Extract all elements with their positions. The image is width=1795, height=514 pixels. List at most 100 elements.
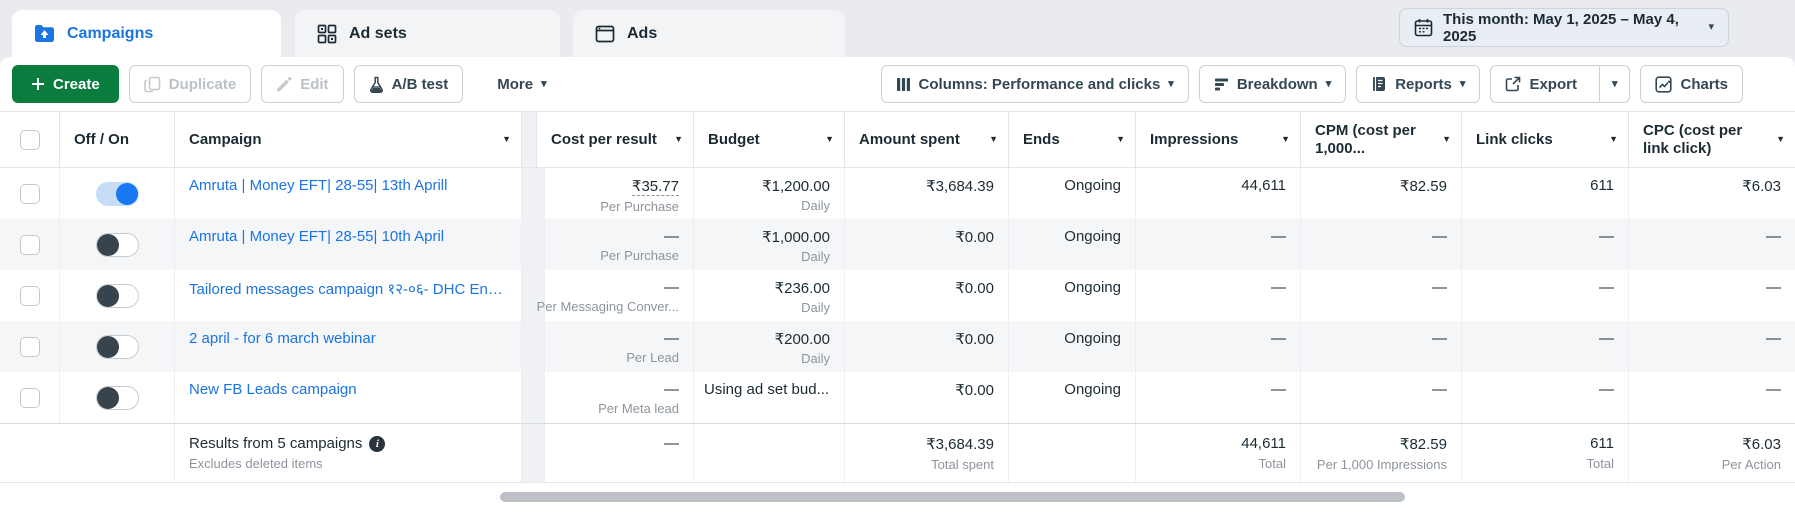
amount-spent-cell: ₹0.00 bbox=[845, 270, 1009, 321]
summary-spent-cell: ₹3,684.39 Total spent bbox=[845, 424, 1009, 482]
header-budget[interactable]: Budget ▼ bbox=[694, 112, 845, 167]
ends-cell: Ongoing bbox=[1009, 270, 1136, 321]
table-row: Amruta | Money EFT| 28-55| 10th April — … bbox=[0, 219, 1795, 270]
header-impressions[interactable]: Impressions ▼ bbox=[1136, 112, 1301, 167]
budget-sub: Daily bbox=[801, 300, 830, 315]
sort-caret-icon[interactable]: ▼ bbox=[1116, 134, 1125, 144]
header-cpm[interactable]: CPM (cost per 1,000... ▼ bbox=[1301, 112, 1462, 167]
select-all-checkbox-cell bbox=[0, 112, 60, 167]
select-all-checkbox[interactable] bbox=[19, 129, 40, 150]
header-link-clicks[interactable]: Link clicks ▼ bbox=[1462, 112, 1629, 167]
sort-caret-icon[interactable]: ▼ bbox=[674, 134, 683, 144]
cpc-value: — bbox=[1766, 228, 1781, 245]
amount-spent-value: ₹3,684.39 bbox=[926, 178, 994, 195]
header-cost-per-result[interactable]: Cost per result ▼ bbox=[537, 112, 694, 167]
chevron-down-icon: ▾ bbox=[1459, 77, 1466, 90]
ads-manager-screen: Campaigns Ad sets Ads This month: May 1,… bbox=[0, 0, 1795, 514]
sort-caret-icon[interactable]: ▼ bbox=[1442, 134, 1451, 144]
impressions-value: — bbox=[1271, 330, 1286, 347]
campaign-toggle[interactable] bbox=[95, 283, 139, 308]
budget-value: ₹1,200.00 bbox=[762, 178, 830, 195]
amount-spent-value: ₹0.00 bbox=[955, 280, 994, 297]
link-clicks-value: — bbox=[1599, 279, 1614, 296]
row-checkbox-cell bbox=[0, 270, 60, 321]
ads-frame-icon bbox=[595, 24, 615, 44]
columns-button[interactable]: Columns: Performance and clicks ▾ bbox=[880, 65, 1189, 103]
row-checkbox-cell bbox=[0, 372, 60, 423]
create-button[interactable]: Create bbox=[12, 65, 119, 103]
sort-caret-icon[interactable]: ▼ bbox=[825, 134, 834, 144]
info-icon[interactable]: i bbox=[369, 435, 386, 452]
cost-per-result-sub: Per Purchase bbox=[600, 248, 679, 263]
row-checkbox[interactable] bbox=[19, 336, 40, 357]
sort-caret-icon[interactable]: ▼ bbox=[1281, 134, 1290, 144]
breakdown-icon bbox=[1214, 77, 1229, 92]
cpm-value: — bbox=[1432, 228, 1447, 245]
campaigns-table: Off / On Campaign ▼ Cost per result ▼ Bu… bbox=[0, 111, 1795, 509]
more-button[interactable]: More ▾ bbox=[489, 65, 555, 103]
impressions-cell: — bbox=[1136, 219, 1301, 270]
summary-empty-cell bbox=[0, 424, 175, 482]
tab-campaigns[interactable]: Campaigns bbox=[12, 10, 281, 57]
sort-caret-icon[interactable]: ▼ bbox=[989, 134, 998, 144]
sort-caret-icon[interactable]: ▼ bbox=[502, 134, 511, 144]
header-cpc[interactable]: CPC (cost per link click) ▼ bbox=[1629, 112, 1795, 167]
header-campaign[interactable]: Campaign ▼ bbox=[175, 112, 522, 167]
summary-cpm-cell: ₹82.59 Per 1,000 Impressions bbox=[1301, 424, 1462, 482]
link-clicks-cell: — bbox=[1462, 372, 1629, 423]
ends-value: Ongoing bbox=[1064, 330, 1121, 347]
row-checkbox[interactable] bbox=[19, 234, 40, 255]
reports-icon bbox=[1371, 76, 1387, 92]
cost-per-result-cell: ₹35.77 Per Purchase bbox=[537, 168, 694, 219]
tab-ad-sets[interactable]: Ad sets bbox=[295, 10, 560, 57]
tab-ads[interactable]: Ads bbox=[573, 10, 845, 57]
summary-title: Results from 5 campaigns bbox=[189, 435, 363, 452]
table-row: Tailored messages campaign १२-०६- DHC En… bbox=[0, 270, 1795, 321]
header-off-on[interactable]: Off / On bbox=[60, 112, 175, 167]
cost-per-result-value: ₹35.77 bbox=[631, 178, 679, 196]
row-checkbox[interactable] bbox=[19, 285, 40, 306]
toggle-knob bbox=[96, 284, 119, 307]
impressions-cell: 44,611 bbox=[1136, 168, 1301, 219]
cpc-cell: — bbox=[1629, 219, 1795, 270]
export-options-button[interactable]: ▾ bbox=[1598, 66, 1630, 102]
campaign-toggle[interactable] bbox=[95, 334, 139, 359]
tab-ads-label: Ads bbox=[627, 24, 658, 42]
campaign-toggle[interactable] bbox=[95, 181, 139, 206]
summary-link-clicks-cell: 611 Total bbox=[1462, 424, 1629, 482]
toggle-knob bbox=[115, 182, 138, 205]
campaign-link[interactable]: New FB Leads campaign bbox=[189, 381, 357, 398]
charts-label: Charts bbox=[1680, 75, 1728, 93]
campaign-link[interactable]: Amruta | Money EFT| 28-55| 13th Aprill bbox=[189, 177, 447, 194]
date-range-button[interactable]: This month: May 1, 2025 – May 4, 2025 ▾ bbox=[1399, 8, 1729, 47]
campaign-toggle[interactable] bbox=[95, 232, 139, 257]
impressions-value: 44,611 bbox=[1241, 177, 1286, 194]
campaign-link[interactable]: Amruta | Money EFT| 28-55| 10th April bbox=[189, 228, 444, 245]
campaign-link[interactable]: 2 april - for 6 march webinar bbox=[189, 330, 376, 347]
row-checkbox[interactable] bbox=[19, 387, 40, 408]
horizontal-scrollbar-thumb[interactable] bbox=[500, 492, 1405, 502]
ab-test-button[interactable]: A/B test bbox=[353, 65, 464, 103]
amount-spent-cell: ₹0.00 bbox=[845, 372, 1009, 423]
header-ends[interactable]: Ends ▼ bbox=[1009, 112, 1136, 167]
campaign-link[interactable]: Tailored messages campaign १२-०६- DHC En… bbox=[189, 279, 509, 299]
reports-button[interactable]: Reports ▾ bbox=[1356, 65, 1481, 103]
export-button[interactable]: Export bbox=[1491, 66, 1591, 102]
cpm-value: — bbox=[1432, 330, 1447, 347]
sort-caret-icon[interactable]: ▼ bbox=[1776, 134, 1785, 144]
cost-per-result-sub: Per Meta lead bbox=[598, 401, 679, 416]
table-row: Amruta | Money EFT| 28-55| 13th Aprill ₹… bbox=[0, 168, 1795, 219]
charts-button[interactable]: Charts bbox=[1640, 65, 1743, 103]
cpm-cell: — bbox=[1301, 270, 1462, 321]
cpc-value: ₹6.03 bbox=[1742, 178, 1781, 195]
header-amount-spent[interactable]: Amount spent ▼ bbox=[845, 112, 1009, 167]
edit-button[interactable]: Edit bbox=[261, 65, 344, 103]
chevron-down-icon: ▾ bbox=[1611, 77, 1618, 90]
row-checkbox[interactable] bbox=[19, 183, 40, 204]
cost-per-result-value: — bbox=[664, 330, 679, 347]
cpc-value: — bbox=[1766, 279, 1781, 296]
duplicate-button[interactable]: Duplicate bbox=[128, 65, 252, 103]
campaign-toggle[interactable] bbox=[95, 385, 139, 410]
breakdown-button[interactable]: Breakdown ▾ bbox=[1198, 65, 1347, 103]
sort-caret-icon[interactable]: ▼ bbox=[1609, 134, 1618, 144]
